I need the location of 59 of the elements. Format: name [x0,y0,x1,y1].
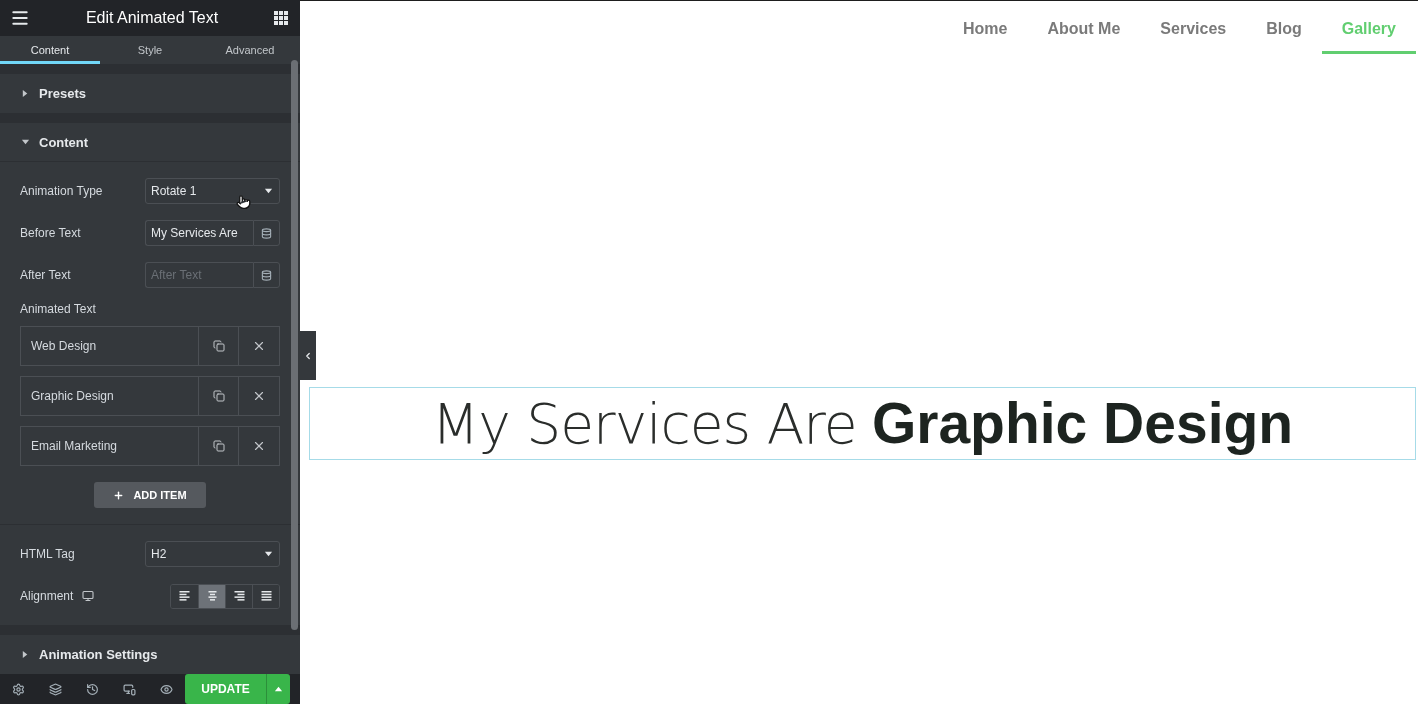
nav-link[interactable]: Home [943,1,1028,54]
caret-icon [264,186,273,196]
menu-button[interactable] [10,8,30,28]
dynamic-tags-button[interactable] [253,220,280,246]
caret-icon [274,684,283,694]
field-label: Animated Text [20,302,97,316]
repeater-item-title[interactable]: Web Design [21,327,198,365]
scrollbar-thumb[interactable] [291,60,298,630]
text-input-field[interactable]: After Text [145,262,253,288]
database-icon [261,269,272,281]
caret-icon [21,137,30,147]
layers-icon [49,682,62,696]
field-label: HTML Tag [20,547,75,561]
nav-link[interactable]: Blog [1246,1,1322,54]
field-label: Alignment [20,589,74,603]
caret-icon [21,649,30,659]
animated-headline: My Services Are Graphic Design [431,390,1294,457]
apps-grid-icon [274,11,288,25]
align-option-button[interactable] [198,584,225,608]
copy-icon [212,440,225,452]
caret-icon [21,88,30,98]
nav-link[interactable]: Services [1140,1,1247,54]
field-label: After Text [20,268,71,282]
field-label: Before Text [20,226,81,240]
add-item-button[interactable]: ADD ITEM [94,482,206,508]
dropdown-select[interactable]: H2 [145,541,280,567]
repeater-item-title[interactable]: Graphic Design [21,377,198,415]
panel-title: Edit Animated Text [85,9,219,27]
nav-link[interactable]: About Me [1027,1,1141,54]
close-icon [252,389,266,403]
monitor-phone-icon [123,682,136,696]
align-left-icon [179,591,190,601]
monitor-icon [82,590,95,602]
align-right-icon [233,591,245,601]
gear-icon [12,682,25,696]
close-icon [252,439,266,453]
dropdown-select[interactable]: Rotate 1 [145,178,280,204]
copy-icon [212,340,225,352]
widgets-button[interactable] [274,11,288,25]
repeater-item-title[interactable]: Email Marketing [21,427,198,465]
copy-icon [212,390,225,402]
history-icon [86,682,99,696]
save-options-button[interactable] [266,674,290,704]
text-input-field[interactable]: My Services Are [145,220,253,246]
align-option-button[interactable] [252,584,279,608]
menu-icon [10,8,30,28]
close-icon [252,339,266,353]
database-icon [261,227,272,239]
align-center-icon [206,591,218,601]
field-label: Animation Type [20,184,103,198]
hand-cursor-icon [236,193,251,211]
panel-tab[interactable]: Style [100,36,200,64]
dynamic-tags-button[interactable] [253,262,280,288]
eye-icon [160,682,173,696]
panel-tab[interactable]: Advanced [200,36,300,64]
align-justify-icon [260,591,272,601]
caret-icon [264,549,273,559]
chevron-left-icon [303,350,313,361]
plus-icon [113,489,125,501]
